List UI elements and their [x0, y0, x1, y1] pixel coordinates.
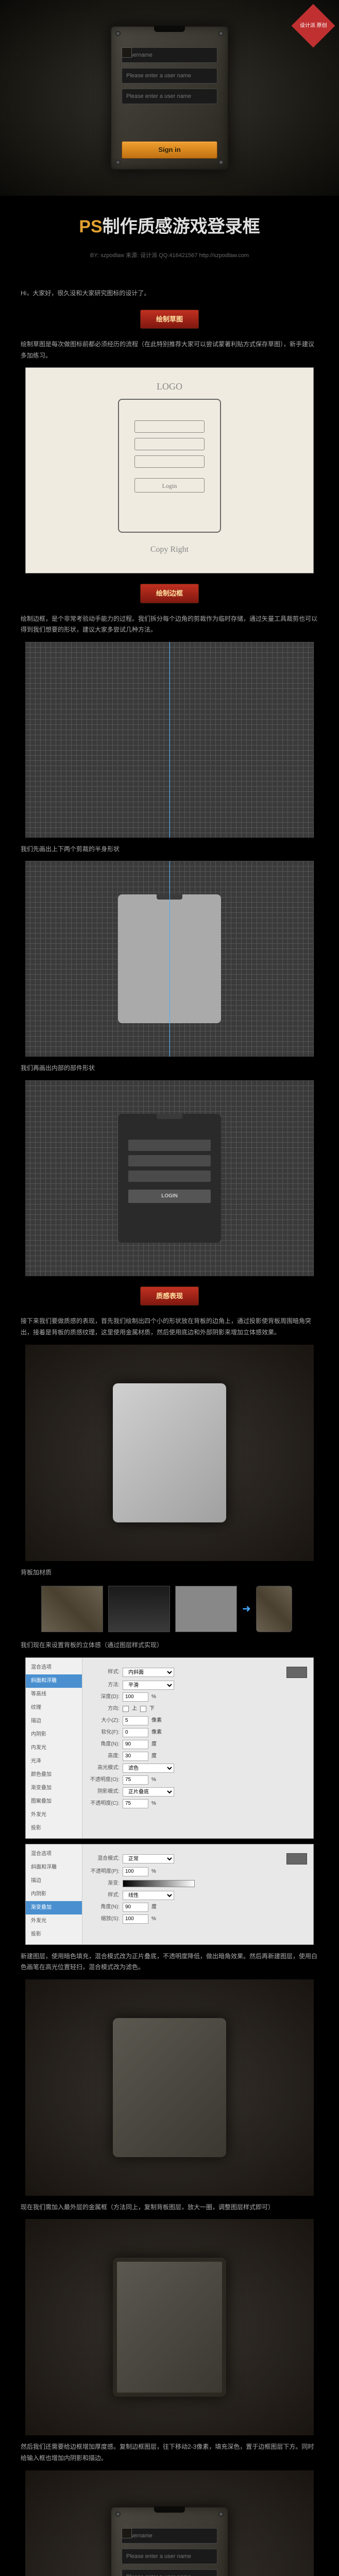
dir-down-radio[interactable] [140, 1706, 146, 1712]
field-input[interactable] [122, 89, 217, 104]
dialog-nav: 混合选项 斜面和浮雕 等高线纹理描边内阴影内发光光泽颜色叠加渐变叠加图案叠加外发… [26, 1658, 82, 1838]
result-light-plate [25, 1345, 314, 1561]
texture-sample-3 [175, 1586, 237, 1632]
scale-input[interactable] [123, 1914, 148, 1924]
layer-style-dialog-2: 混合选项斜面和浮雕描边内阴影 渐变叠加 外发光投影 混合模式:正常 不透明度(P… [25, 1844, 314, 1945]
texture-sample-1 [41, 1586, 103, 1632]
preview-swatch [286, 1853, 307, 1865]
altitude-input[interactable] [123, 1752, 148, 1761]
step-header-2: 绘制边框 [140, 584, 199, 603]
result-framed [25, 2219, 314, 2435]
intro-text: Hi，大家好，很久没和大家研究图标的设计了。 [21, 288, 318, 299]
step-header-3: 质感表现 [140, 1286, 199, 1306]
texture-result [256, 1586, 292, 1632]
signin-button[interactable]: Sign in [122, 141, 217, 159]
soft-input[interactable] [123, 1728, 148, 1737]
opacity-input[interactable] [123, 1867, 148, 1876]
screw-icon [218, 31, 224, 36]
gangle-input[interactable] [123, 1903, 148, 1912]
wireframe-grid-1 [25, 642, 314, 838]
texture-sample-2 [108, 1586, 170, 1632]
shadow-select[interactable]: 正片叠底 [123, 1787, 174, 1797]
screw-icon [218, 160, 224, 165]
step-header-1: 绘制草图 [140, 310, 199, 329]
username-input[interactable] [122, 47, 217, 63]
wireframe-grid-3: LOGIN [25, 1080, 314, 1276]
hero-banner: 设计派 原创 Sign in [0, 0, 339, 196]
login-panel-hero: Sign in [110, 26, 229, 170]
texture-row: ➜ [41, 1586, 298, 1632]
style-select[interactable]: 内斜面 [123, 1668, 174, 1677]
corner-badge: 设计派 原创 [292, 4, 335, 48]
highlight-select[interactable]: 滤色 [123, 1764, 174, 1773]
wireframe-grid-2 [25, 861, 314, 1057]
sh-opacity-input[interactable] [123, 1799, 148, 1808]
main-title: PS制作质感游戏登录框 [0, 196, 339, 248]
screw-icon [115, 31, 121, 36]
arrow-icon: ➜ [242, 1600, 251, 1618]
gradient-picker[interactable] [123, 1880, 195, 1887]
step2-text: 绘制边框，是个非常考验动手能力的过程。我们拆分每个边角的剪裁作为临时存储，通过矢… [21, 614, 318, 636]
sketch-image: LOGO Login Copy Right [25, 367, 314, 573]
field-input[interactable] [122, 68, 217, 83]
dir-up-radio[interactable] [123, 1706, 129, 1712]
depth-input[interactable] [123, 1692, 148, 1702]
author-meta: BY: szpodlaw 来源: 设计派 QQ:416421567 http:/… [0, 248, 339, 272]
screw-icon [115, 160, 121, 165]
blend-select[interactable]: 正常 [123, 1854, 174, 1863]
step1-text: 绘制草图是每次做图标前都必须经历的流程（在此特别推荐大家可以尝试蒙著利贴方式保存… [21, 339, 318, 361]
gstyle-select[interactable]: 线性 [123, 1891, 174, 1900]
preview-swatch [286, 1667, 307, 1678]
method-select[interactable]: 平滑 [123, 1681, 174, 1690]
result-metal-plate [25, 1979, 314, 2196]
layer-style-dialog-1: 混合选项 斜面和浮雕 等高线纹理描边内阴影内发光光泽颜色叠加渐变叠加图案叠加外发… [25, 1657, 314, 1839]
size-input[interactable] [123, 1716, 148, 1725]
angle-input[interactable] [123, 1740, 148, 1749]
hl-opacity-input[interactable] [123, 1775, 148, 1785]
step3-text1: 接下来我们要做质感的表现，首先我们绘制出四个小的形状放在背板的边角上，通过投影使… [21, 1316, 318, 1338]
result-with-inputs [25, 2470, 314, 2576]
